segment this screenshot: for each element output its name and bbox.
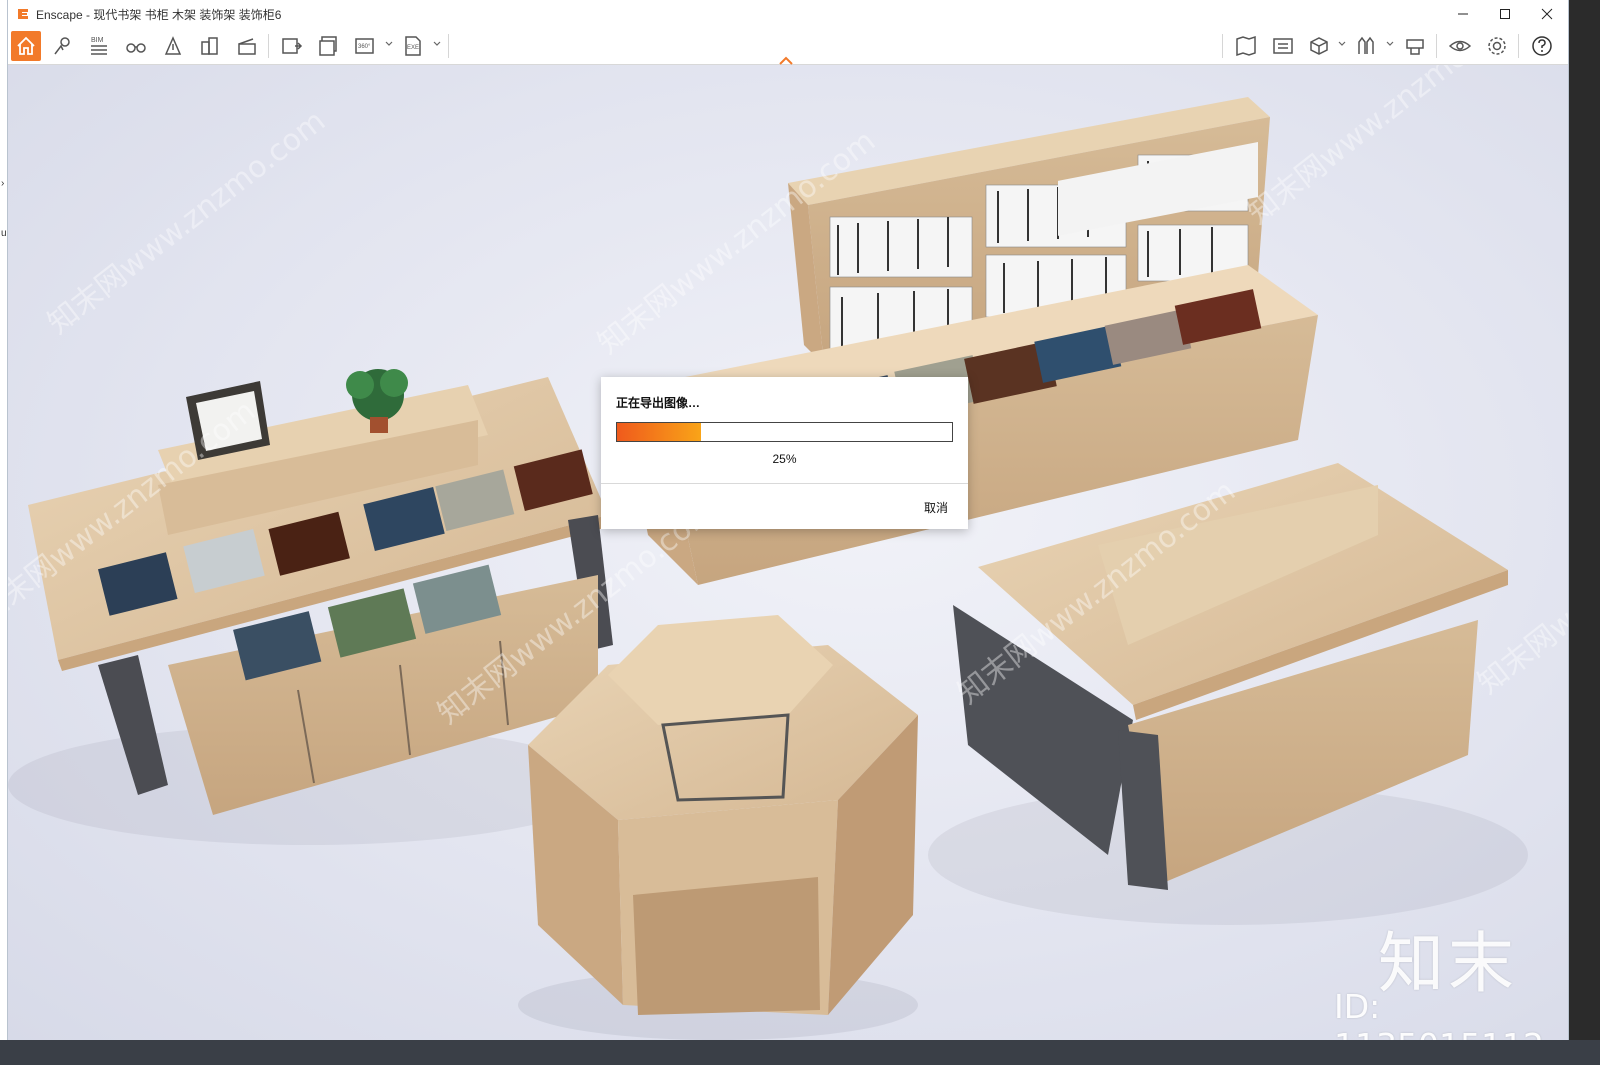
bim-button[interactable]: BIM [84, 31, 114, 61]
toolbar-divider [268, 34, 269, 58]
cancel-button[interactable]: 取消 [924, 499, 948, 516]
title-bar: Enscape - 现代书架 书柜 木架 装饰架 装饰柜6 [8, 0, 1568, 28]
cube-icon [1310, 37, 1328, 55]
progress-percent: 25% [772, 452, 797, 466]
svg-text:知末网www.znzmo.com: 知末网www.znzmo.com [41, 103, 332, 341]
close-icon [1541, 8, 1553, 20]
clapperboard-icon [238, 38, 256, 55]
chevron-down-icon[interactable] [1338, 40, 1346, 48]
furniture-scene: 知末网www.znzmo.com 知末网www.znzmo.com 知末网www… [8, 65, 1568, 1040]
anchor-view-button[interactable] [158, 31, 188, 61]
home-button[interactable] [11, 31, 41, 61]
render-image-icon [282, 38, 303, 54]
enscape-window: Enscape - 现代书架 书柜 木架 装饰架 装饰柜6 BIM 360° E… [8, 0, 1568, 1040]
toolbar-divider [448, 34, 449, 58]
toolbar-divider [1518, 34, 1519, 58]
chevron-down-icon[interactable] [433, 40, 441, 48]
bim-icon: BIM [91, 37, 107, 55]
help-button[interactable] [1527, 31, 1557, 61]
settings-button[interactable] [1482, 31, 1512, 61]
background-text: › [1, 178, 5, 189]
background-text: u [1, 228, 7, 239]
map-button[interactable] [1231, 31, 1261, 61]
toolbar-divider [1222, 34, 1223, 58]
brand-id-watermark: ID: 1135015112 [1334, 987, 1544, 1040]
people-icon [1358, 36, 1374, 54]
visual-settings-button[interactable] [1445, 31, 1475, 61]
help-icon [1532, 36, 1552, 56]
views-icon [1273, 38, 1293, 54]
panorama-360-icon: 360° [355, 38, 374, 54]
panorama-button[interactable]: 360° [351, 31, 381, 61]
chevron-down-icon[interactable] [385, 40, 393, 48]
export-exe-icon: EXE [405, 36, 421, 56]
views-binoculars-button[interactable] [121, 31, 151, 61]
minimize-icon [1458, 13, 1468, 15]
progress-bar-fill [617, 423, 701, 441]
window-title: Enscape - 现代书架 书柜 木架 装饰架 装饰柜6 [36, 7, 282, 22]
map-icon [1236, 35, 1256, 57]
dialog-title: 正在导出图像… [616, 396, 701, 410]
svg-text:知末网www.znzmo.com: 知末网www.znzmo.com [1241, 65, 1532, 231]
video-editor-button[interactable] [232, 31, 262, 61]
window-controls [1442, 0, 1568, 28]
eye-icon [1448, 40, 1472, 52]
batch-render-button[interactable] [314, 31, 344, 61]
render-viewport[interactable]: 知末网www.znzmo.com 知末网www.znzmo.com 知末网www… [8, 65, 1568, 1040]
enscape-logo-icon [18, 9, 28, 19]
asset-library-icon [54, 37, 70, 55]
progress-bar [616, 422, 953, 442]
export-progress-dialog: 正在导出图像… 25% 取消 [601, 377, 968, 529]
svg-text:360°: 360° [358, 44, 371, 50]
vr-headset-button[interactable] [1400, 31, 1430, 61]
svg-text:EXE: EXE [407, 45, 419, 51]
minimize-button[interactable] [1442, 0, 1484, 28]
toolbar-divider [1436, 34, 1437, 58]
svg-text:BIM: BIM [91, 37, 104, 44]
binoculars-icon [126, 43, 146, 53]
anchor-view-icon [164, 36, 182, 55]
people-button[interactable] [1351, 31, 1381, 61]
maximize-icon [1500, 9, 1510, 19]
background-window-strip: › u [0, 0, 8, 1065]
chevron-down-icon[interactable] [1386, 40, 1394, 48]
batch-render-icon [319, 36, 337, 56]
asset-library-button[interactable] [48, 31, 78, 61]
object-button[interactable] [1304, 31, 1334, 61]
desktop-taskbar [0, 1040, 1600, 1065]
render-image-button[interactable] [277, 31, 307, 61]
views-manager-button[interactable] [1268, 31, 1298, 61]
export-exe-button[interactable]: EXE [399, 31, 429, 61]
dialog-divider [601, 483, 968, 484]
buildings-button[interactable] [195, 31, 225, 61]
maximize-button[interactable] [1484, 0, 1526, 28]
hat-icon [1406, 39, 1424, 55]
buildings-icon [201, 37, 218, 55]
home-icon [17, 36, 35, 55]
close-button[interactable] [1526, 0, 1568, 28]
settings-icon [1488, 37, 1506, 55]
